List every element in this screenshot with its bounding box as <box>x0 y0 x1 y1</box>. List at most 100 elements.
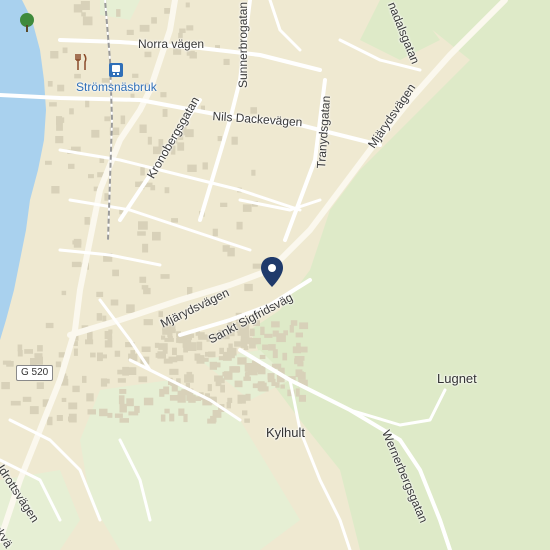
building <box>249 328 255 337</box>
location-pin-icon[interactable] <box>261 257 283 292</box>
building <box>172 347 177 355</box>
building <box>234 341 241 347</box>
building <box>73 4 83 13</box>
building <box>267 378 274 383</box>
building <box>169 413 175 422</box>
building <box>100 378 108 387</box>
building <box>227 397 233 403</box>
building <box>264 333 273 338</box>
building <box>163 358 173 364</box>
building <box>104 116 111 122</box>
building <box>228 343 233 351</box>
building <box>96 291 104 297</box>
building <box>110 299 119 306</box>
building <box>196 341 203 351</box>
building <box>299 322 309 330</box>
building <box>271 321 280 328</box>
building <box>242 204 252 212</box>
building <box>144 51 152 58</box>
building <box>244 372 250 379</box>
building <box>234 380 243 388</box>
building <box>176 355 184 362</box>
building <box>164 337 174 342</box>
building <box>294 358 303 365</box>
building <box>207 384 212 392</box>
building <box>147 136 152 145</box>
building <box>68 416 75 422</box>
building <box>55 136 64 144</box>
building <box>1 382 10 390</box>
building <box>260 326 265 336</box>
place-label-lugnet[interactable]: Lugnet <box>437 371 477 386</box>
building <box>169 368 179 375</box>
building <box>177 142 185 151</box>
building <box>186 25 194 31</box>
map-view[interactable]: G 520 Strömsnäsbruk Lugnet Kylhult Norra… <box>0 0 550 550</box>
town-label[interactable]: Strömsnäsbruk <box>76 80 157 94</box>
building <box>122 366 129 376</box>
building <box>45 160 52 165</box>
building <box>17 350 23 357</box>
building <box>143 397 154 406</box>
building <box>186 342 197 351</box>
building <box>119 403 127 413</box>
building <box>107 412 113 418</box>
building <box>102 315 107 322</box>
building <box>275 382 280 388</box>
building <box>212 410 222 418</box>
building <box>218 356 226 361</box>
building <box>73 348 78 356</box>
building <box>24 349 33 354</box>
street-label-norra-vagen: Norra vägen <box>138 37 205 51</box>
place-label-kylhult[interactable]: Kylhult <box>266 425 305 440</box>
building <box>139 276 147 283</box>
building <box>86 393 94 402</box>
building <box>138 376 148 383</box>
building <box>62 47 68 54</box>
building <box>208 351 216 358</box>
building <box>22 396 32 402</box>
building <box>218 378 225 384</box>
building <box>139 124 147 133</box>
building <box>126 29 134 35</box>
building <box>244 283 253 292</box>
road-shield-g520: G 520 <box>16 365 54 381</box>
building <box>119 418 129 423</box>
building <box>177 393 186 403</box>
building <box>143 319 153 326</box>
building <box>179 28 186 33</box>
building <box>68 402 78 410</box>
building <box>132 73 139 78</box>
building <box>114 350 121 357</box>
building <box>236 221 243 230</box>
building <box>257 366 266 375</box>
building <box>96 313 103 321</box>
building <box>162 109 168 117</box>
building <box>112 269 119 277</box>
building <box>137 231 146 236</box>
building <box>91 129 100 138</box>
building <box>164 8 171 14</box>
building <box>37 345 43 352</box>
building <box>61 397 67 402</box>
fork-knife-icon[interactable] <box>74 53 88 75</box>
building <box>220 202 228 207</box>
building <box>35 356 43 365</box>
tree-icon[interactable] <box>18 12 36 39</box>
building <box>139 24 150 32</box>
building <box>85 100 90 108</box>
building <box>141 285 149 290</box>
building <box>163 386 170 395</box>
building <box>117 378 126 383</box>
building <box>38 383 44 389</box>
building <box>227 247 235 257</box>
building <box>82 375 87 383</box>
building <box>160 414 166 422</box>
building <box>120 115 126 125</box>
building <box>160 92 167 98</box>
building <box>203 357 209 362</box>
building <box>99 354 107 359</box>
building <box>114 413 123 418</box>
building <box>73 238 82 248</box>
building <box>223 58 230 65</box>
